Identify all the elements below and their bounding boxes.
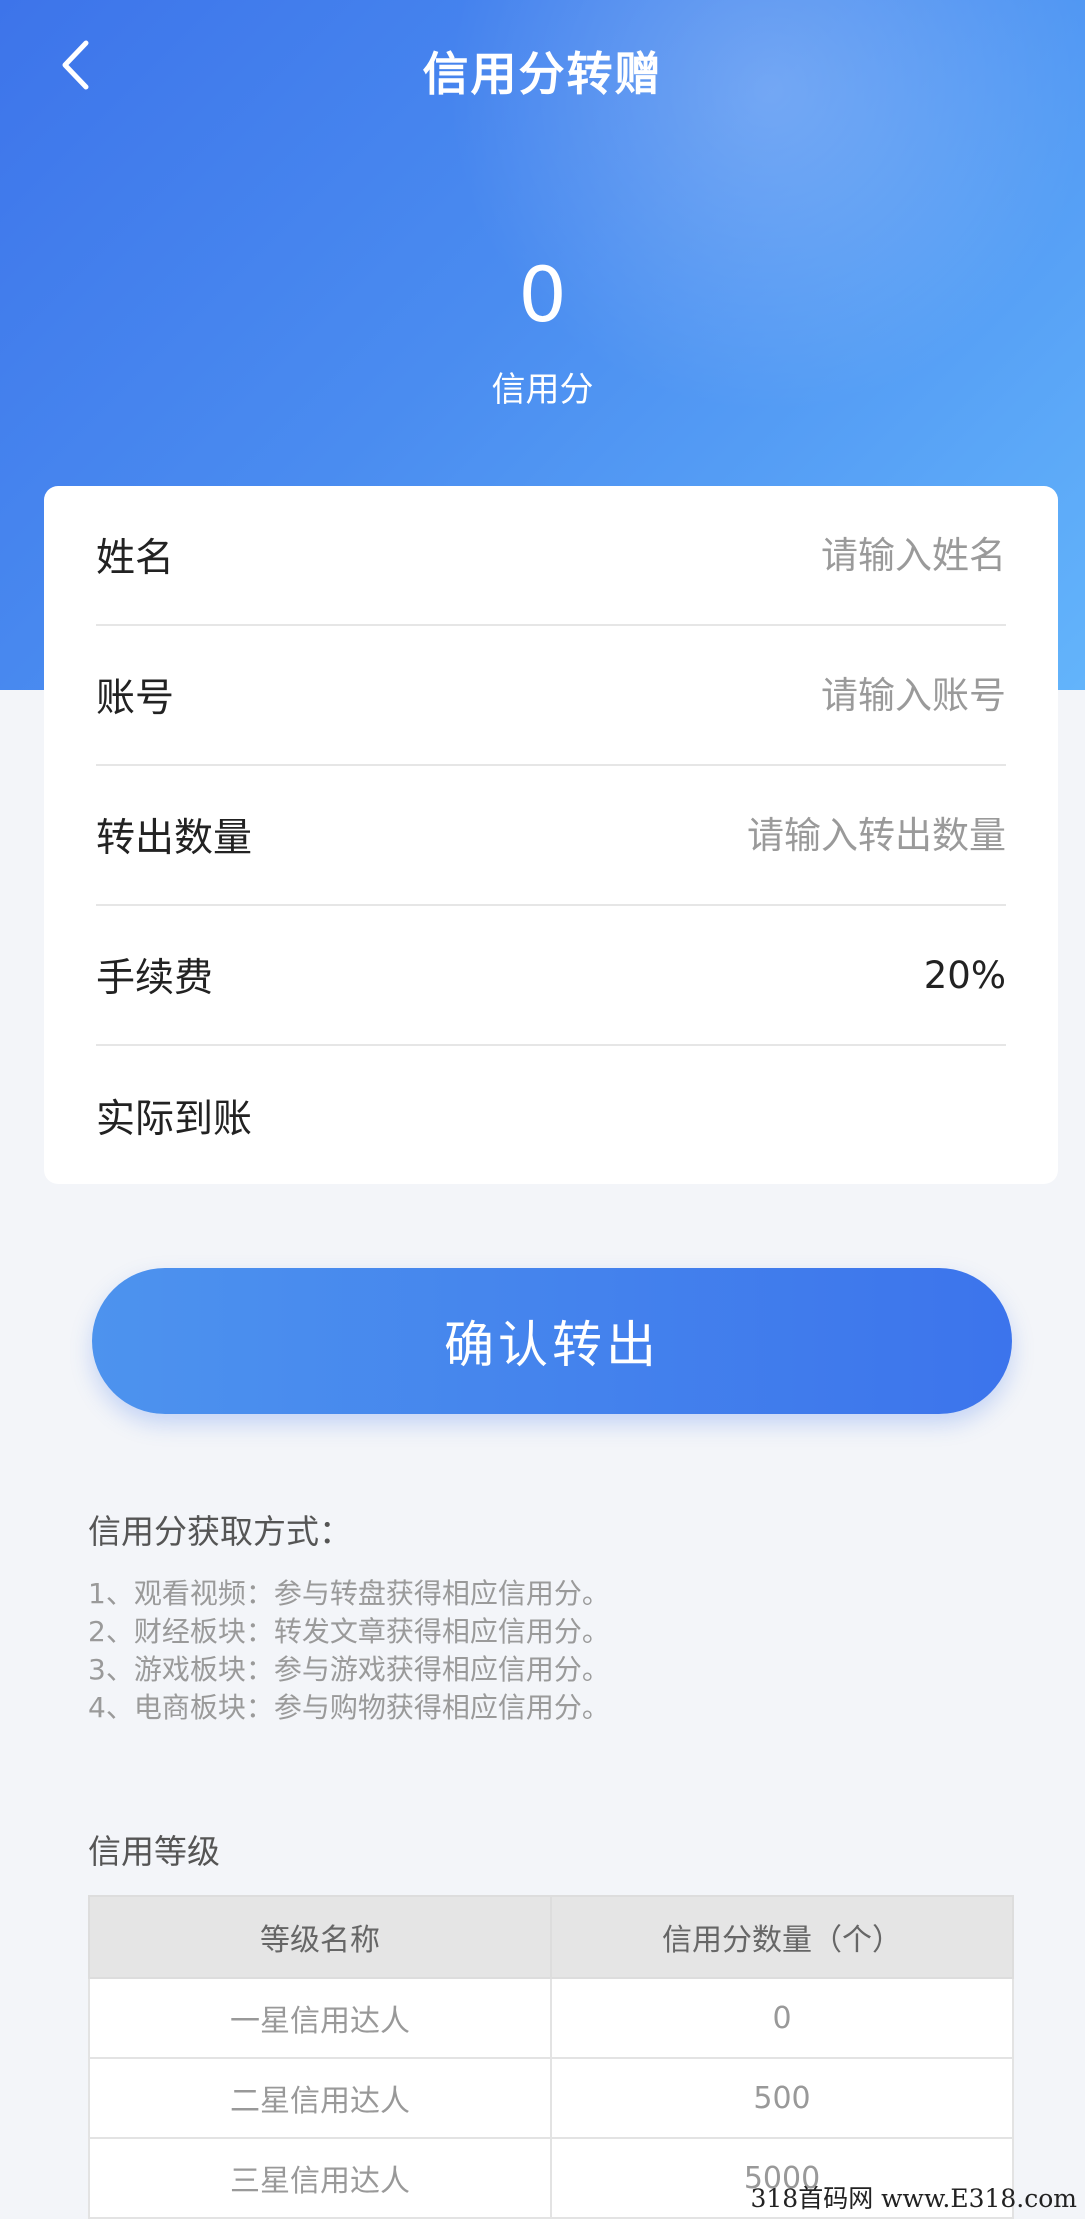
confirm-transfer-button[interactable]: 确认转出 [92, 1268, 1012, 1414]
credit-score-value: 0 [518, 250, 567, 339]
table-header-row: 等级名称 信用分数量（个） [88, 1895, 1014, 1979]
earn-methods-title: 信用分获取方式： [88, 1512, 352, 1551]
actual-label: 实际到账 [96, 1097, 253, 1142]
list-item: 3、游戏板块：参与游戏获得相应信用分。 [88, 1653, 610, 1686]
amount-label: 转出数量 [96, 816, 253, 861]
list-item: 4、电商板块：参与购物获得相应信用分。 [88, 1691, 610, 1724]
name-row: 姓名 [96, 486, 1006, 626]
watermark: 318首码网 www.E318.com [750, 2184, 1077, 2213]
name-label: 姓名 [96, 536, 175, 581]
credit-level-table: 等级名称 信用分数量（个） 一星信用达人 0 二星信用达人 500 三星信用达人… [88, 1895, 1014, 2219]
actual-row: 实际到账 [96, 1046, 1006, 1186]
fee-row: 手续费 20% [96, 906, 1006, 1046]
list-item: 1、观看视频：参与转盘获得相应信用分。 [88, 1577, 610, 1610]
amount-input[interactable] [486, 813, 1006, 857]
table-row: 二星信用达人 500 [88, 2057, 1014, 2139]
table-row: 一星信用达人 0 [88, 1977, 1014, 2059]
level-score-cell: 0 [550, 1977, 1014, 2059]
fee-value: 20% [923, 953, 1006, 997]
credit-score-label: 信用分 [491, 370, 594, 410]
page-title: 信用分转赠 [422, 47, 663, 101]
amount-row: 转出数量 [96, 766, 1006, 906]
fee-label: 手续费 [96, 956, 214, 1001]
account-input[interactable] [486, 673, 1006, 717]
name-input[interactable] [486, 533, 1006, 577]
level-name-cell: 一星信用达人 [88, 1977, 552, 2059]
account-label: 账号 [96, 676, 175, 721]
credit-level-title: 信用等级 [88, 1832, 220, 1871]
transfer-form: 姓名 账号 转出数量 手续费 20% 实际到账 [44, 486, 1058, 1184]
column-header: 等级名称 [88, 1895, 552, 1979]
column-header: 信用分数量（个） [550, 1895, 1014, 1979]
list-item: 2、财经板块：转发文章获得相应信用分。 [88, 1615, 610, 1648]
level-name-cell: 二星信用达人 [88, 2057, 552, 2139]
account-row: 账号 [96, 626, 1006, 766]
level-name-cell: 三星信用达人 [88, 2137, 552, 2219]
earn-methods-list: 1、观看视频：参与转盘获得相应信用分。 2、财经板块：转发文章获得相应信用分。 … [88, 1575, 610, 1727]
level-score-cell: 500 [550, 2057, 1014, 2139]
